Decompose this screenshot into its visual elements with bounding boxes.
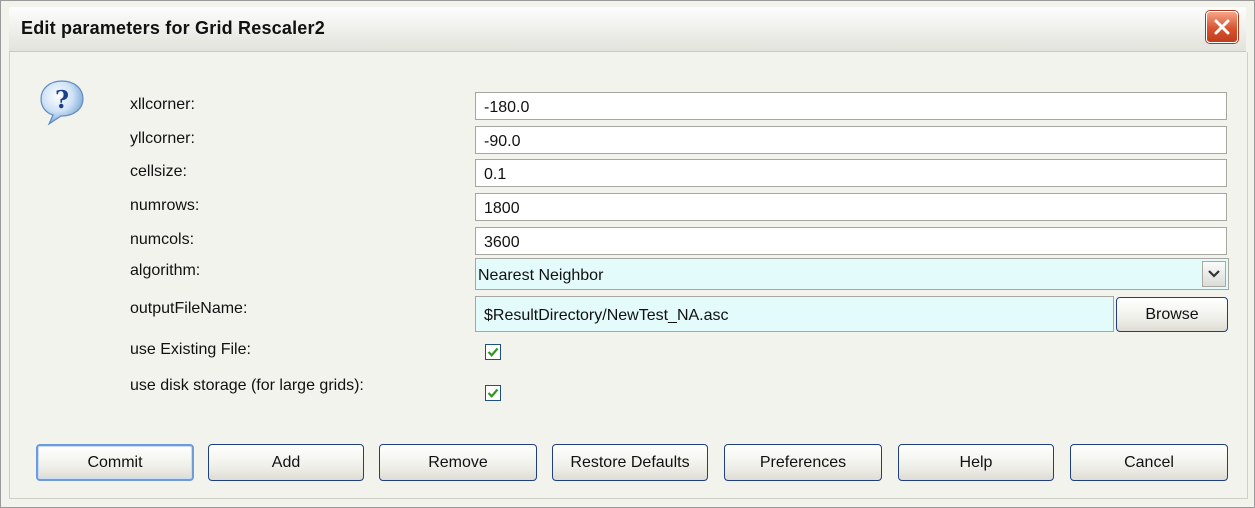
add-button[interactable]: Add — [208, 444, 364, 481]
cellsize-field[interactable]: 0.1 — [475, 159, 1227, 187]
help-button[interactable]: Help — [898, 444, 1054, 481]
numcols-field[interactable]: 3600 — [475, 227, 1227, 255]
output-file-name-field[interactable]: $ResultDirectory/NewTest_NA.asc — [475, 296, 1114, 332]
label-numrows: numrows: — [130, 197, 200, 214]
yllcorner-field[interactable]: -90.0 — [475, 126, 1227, 154]
close-button[interactable] — [1206, 11, 1238, 43]
use-disk-storage-checkbox[interactable] — [485, 385, 501, 401]
remove-button[interactable]: Remove — [379, 444, 537, 481]
label-xllcorner: xllcorner: — [130, 96, 195, 113]
close-icon — [1214, 19, 1230, 35]
commit-button[interactable]: Commit — [36, 444, 194, 481]
dialog-body: ? xllcorner: yllcorner: cellsize: numrow… — [9, 52, 1248, 499]
checkmark-icon — [487, 347, 499, 357]
algorithm-select[interactable]: Nearest Neighbor — [475, 258, 1229, 290]
dialog-window: Edit parameters for Grid Rescaler2 ? xll… — [0, 0, 1255, 508]
preferences-button[interactable]: Preferences — [724, 444, 882, 481]
browse-button[interactable]: Browse — [1116, 297, 1228, 332]
label-use-existing-file: use Existing File: — [130, 341, 251, 358]
label-yllcorner: yllcorner: — [130, 130, 195, 147]
label-use-disk-storage: use disk storage (for large grids): — [130, 377, 364, 394]
label-numcols: numcols: — [130, 231, 195, 248]
algorithm-dropdown-button[interactable] — [1202, 261, 1226, 287]
numrows-field[interactable]: 1800 — [475, 193, 1227, 221]
svg-text:?: ? — [55, 85, 69, 114]
window-title: Edit parameters for Grid Rescaler2 — [21, 18, 325, 38]
cancel-button[interactable]: Cancel — [1070, 444, 1228, 481]
use-existing-file-checkbox[interactable] — [485, 344, 501, 360]
restore-defaults-button[interactable]: Restore Defaults — [552, 444, 708, 481]
checkmark-icon — [487, 388, 499, 398]
algorithm-selected-value: Nearest Neighbor — [478, 267, 604, 284]
chevron-down-icon — [1208, 270, 1220, 278]
label-cellsize: cellsize: — [130, 163, 187, 180]
label-algorithm: algorithm: — [130, 262, 201, 279]
title-bar[interactable]: Edit parameters for Grid Rescaler2 — [9, 7, 1246, 52]
label-output-file-name: outputFileName: — [130, 300, 248, 317]
question-icon: ? — [40, 80, 84, 126]
xllcorner-field[interactable]: -180.0 — [475, 92, 1227, 120]
